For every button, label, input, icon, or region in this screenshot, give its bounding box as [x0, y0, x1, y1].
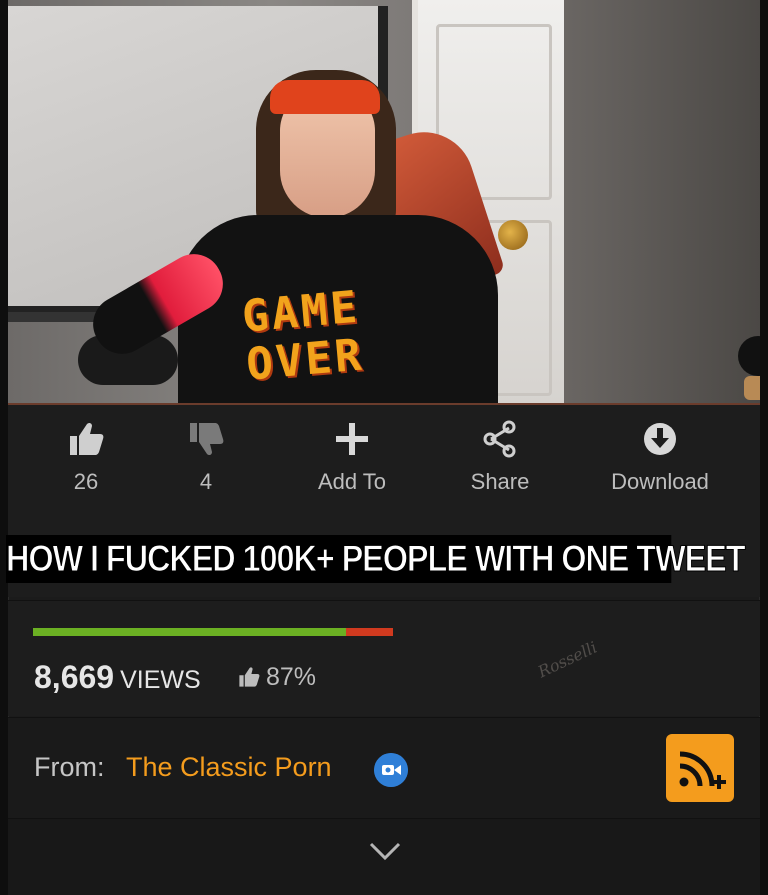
rating-value: 87% [266, 663, 317, 691]
video-page: GAME OVER 26 4 Add To Share Download HOW… [6, 0, 760, 895]
views-number: 8,669 [34, 659, 115, 695]
verified-channel-icon [374, 753, 408, 787]
expand-bar[interactable] [8, 818, 760, 895]
person-headband [270, 80, 380, 114]
views-count: 8,669 VIEWS [34, 659, 201, 696]
share-icon [483, 420, 516, 458]
share-button[interactable]: Share [440, 405, 560, 517]
chevron-down-icon[interactable] [368, 841, 402, 861]
from-label: From: [34, 752, 105, 782]
from-row: From: The Classic Porn [8, 717, 760, 818]
cat-figure [744, 376, 760, 400]
like-count: 26 [73, 469, 99, 494]
title-area: HOW I FUCKED 100K+ PEOPLE WITH ONE TWEET [6, 517, 760, 597]
subscribe-button[interactable] [666, 734, 734, 802]
add-to-button[interactable]: Add To [292, 405, 412, 517]
thumbs-up-icon [70, 422, 104, 455]
rss-plus-icon [679, 751, 726, 789]
plus-icon [336, 423, 368, 455]
rating-percent: 87% [236, 663, 316, 692]
add-to-label: Add To [317, 469, 387, 494]
dislike-count: 4 [199, 469, 213, 494]
thumbs-down-icon [190, 423, 224, 456]
video-player[interactable]: GAME OVER [8, 0, 760, 403]
background-wall [564, 0, 760, 403]
channel-link[interactable]: The Classic Porn [126, 752, 332, 783]
dislike-button[interactable]: 4 [166, 405, 246, 517]
rating-bar-fill [33, 628, 347, 636]
action-bar: 26 4 Add To Share Download [8, 405, 760, 517]
download-button[interactable]: Download [590, 405, 730, 517]
like-button[interactable]: 26 [46, 405, 126, 517]
caption-title: HOW I FUCKED 100K+ PEOPLE WITH ONE TWEET [6, 535, 746, 583]
share-label: Share [470, 469, 530, 494]
download-icon [644, 423, 676, 455]
rating-bar [33, 628, 393, 636]
thumbs-up-small-icon [239, 667, 260, 687]
stats-panel: 8,669 VIEWS 87% [8, 600, 760, 716]
views-word: VIEWS [120, 666, 201, 694]
shirt-text: GAME OVER [240, 281, 367, 391]
door-knob [498, 220, 528, 250]
download-label: Download [611, 469, 709, 494]
